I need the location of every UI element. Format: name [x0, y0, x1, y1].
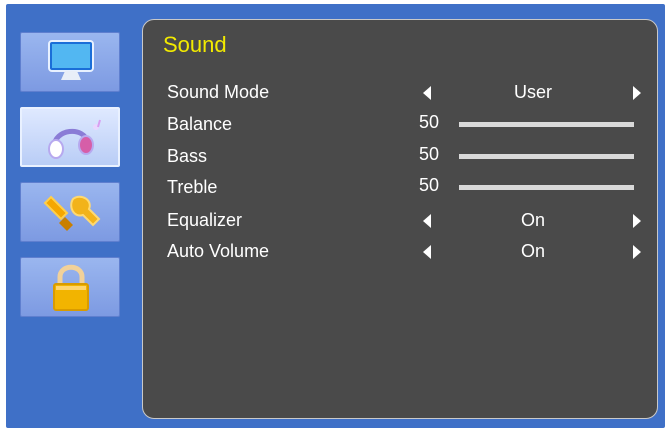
sidebar-item-lock[interactable]: [20, 257, 120, 317]
setting-row-sound-mode[interactable]: Sound Mode User: [143, 82, 657, 112]
sound-settings-panel: Sound Sound Mode User Balance 50 Bass 50: [142, 19, 658, 419]
setting-value: On: [520, 210, 545, 230]
balance-slider[interactable]: [459, 122, 634, 127]
setting-label: Auto Volume: [167, 241, 270, 261]
setting-value: On: [520, 241, 545, 261]
arrow-left-icon[interactable]: [423, 86, 431, 100]
sidebar-item-picture[interactable]: [20, 32, 120, 92]
arrow-right-icon[interactable]: [633, 214, 641, 228]
arrow-left-icon[interactable]: [423, 214, 431, 228]
setting-row-auto-volume[interactable]: Auto Volume On: [143, 241, 657, 271]
setting-value: User: [513, 82, 552, 102]
setting-label: Treble: [167, 177, 218, 197]
setting-row-equalizer[interactable]: Equalizer On: [143, 210, 657, 240]
setting-label: Bass: [167, 146, 208, 166]
setting-row-treble[interactable]: Treble 50: [143, 175, 657, 207]
osd-screen: Sound Sound Mode User Balance 50 Bass 50: [6, 4, 665, 428]
arrow-right-icon[interactable]: [633, 86, 641, 100]
slider-fill: [459, 154, 634, 159]
sidebar-item-setup[interactable]: [20, 182, 120, 242]
setting-row-bass[interactable]: Bass 50: [143, 144, 657, 176]
slider-value: 50: [419, 175, 440, 195]
sidebar-item-sound[interactable]: [20, 107, 120, 167]
slider-fill: [459, 185, 634, 190]
bass-slider[interactable]: [459, 154, 634, 159]
setting-label: Balance: [167, 114, 233, 134]
slider-value: 50: [419, 144, 440, 164]
arrow-left-icon[interactable]: [423, 245, 431, 259]
setting-label: Equalizer: [167, 210, 243, 230]
arrow-right-icon[interactable]: [633, 245, 641, 259]
treble-slider[interactable]: [459, 185, 634, 190]
panel-title: Sound: [163, 32, 227, 57]
setting-label: Sound Mode: [167, 82, 270, 102]
setting-row-balance[interactable]: Balance 50: [143, 112, 657, 144]
slider-fill: [459, 122, 634, 127]
slider-value: 50: [419, 112, 440, 132]
